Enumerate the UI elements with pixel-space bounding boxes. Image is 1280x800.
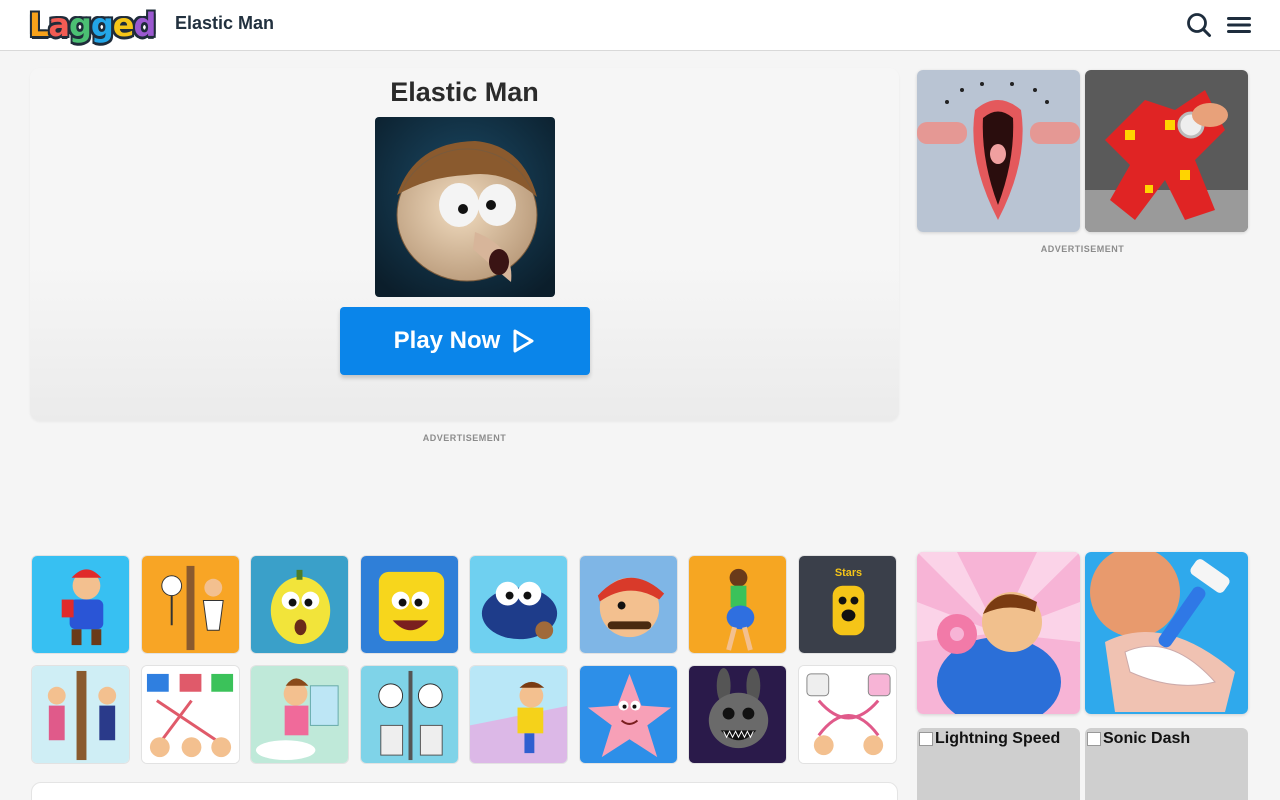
game-tile-toilet-troll[interactable]	[359, 665, 459, 764]
game-tile-lemon-face[interactable]	[250, 555, 349, 654]
game-tile-plumber-face[interactable]	[578, 555, 678, 654]
side-game-tile[interactable]	[1085, 552, 1248, 714]
search-icon[interactable]	[1186, 12, 1212, 38]
site-header: Lagged Elastic Man	[0, 0, 1280, 51]
game-tile-scary-bunny[interactable]	[688, 665, 787, 764]
side-game-alt-text: Sonic Dash	[1103, 730, 1191, 747]
menu-icon[interactable]	[1227, 12, 1253, 38]
play-now-button[interactable]: Play Now	[340, 307, 590, 375]
side-advertisement-label: ADVERTISEMENT	[1040, 244, 1125, 254]
game-info-card	[31, 782, 898, 800]
game-tile-speed-runner[interactable]	[469, 665, 568, 764]
logo-letter: a	[48, 6, 70, 44]
game-tile-stickman-door[interactable]	[140, 555, 240, 654]
game-title: Elastic Man	[390, 77, 539, 107]
side-game-tile[interactable]	[917, 70, 1080, 232]
side-game-alt-text: Lightning Speed	[935, 730, 1061, 747]
logo-letter: L	[29, 6, 49, 44]
game-tile-toilet-love[interactable]	[797, 665, 897, 764]
lagged-logo[interactable]: Lagged	[29, 5, 157, 45]
game-tile-stretchy-stars[interactable]: Stars	[797, 555, 897, 654]
broken-image-icon	[1087, 732, 1101, 746]
side-game-tile[interactable]	[1085, 70, 1248, 232]
logo-letter: g	[68, 6, 92, 44]
side-game-tile-broken[interactable]: Lightning Speed	[917, 728, 1080, 800]
game-tile-connect-houses[interactable]	[140, 665, 240, 764]
logo-letter: e	[112, 6, 135, 44]
game-tile-runner-girl[interactable]	[688, 555, 787, 654]
game-play-panel: Elastic Man Play Now	[30, 68, 899, 421]
play-icon	[513, 329, 534, 353]
play-now-label: Play Now	[393, 327, 501, 354]
side-game-tile-broken[interactable]: Sonic Dash	[1085, 728, 1248, 800]
game-tile-starfish[interactable]	[578, 665, 678, 764]
game-thumbnail[interactable]	[375, 117, 555, 297]
logo-letter: d	[133, 6, 157, 44]
broken-image-icon	[919, 732, 933, 746]
game-tile-blue-monster[interactable]	[469, 555, 568, 654]
svg-text:Stars: Stars	[834, 567, 861, 579]
game-tile-runner-plumber[interactable]	[31, 555, 130, 654]
advertisement-label: ADVERTISEMENT	[422, 433, 507, 443]
side-game-tile[interactable]	[917, 552, 1080, 714]
logo-letter: g	[90, 6, 114, 44]
game-tile-sponge-face[interactable]	[359, 555, 459, 654]
game-tile-door-police[interactable]	[31, 665, 130, 764]
header-game-title: Elastic Man	[175, 13, 275, 33]
game-tile-mom-bath[interactable]	[250, 665, 349, 764]
